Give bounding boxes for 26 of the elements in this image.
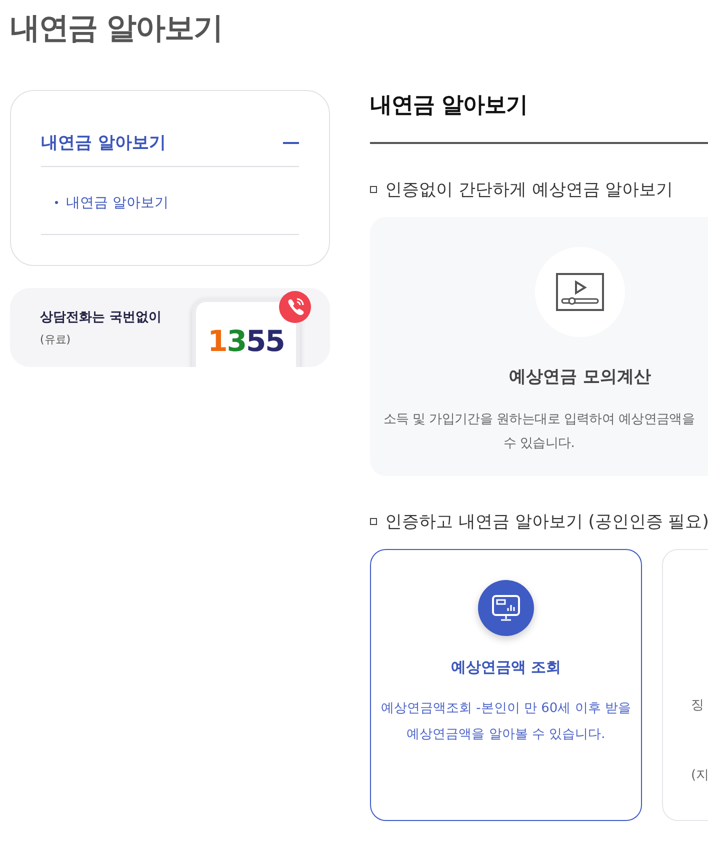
phone-banner[interactable]: 상담전화는 국번없이 (유료) 1355 [10, 288, 330, 366]
square-bullet-icon [370, 518, 377, 525]
video-player-icon [556, 273, 604, 311]
sidebar-item[interactable]: 내연금 알아보기 [55, 194, 168, 212]
card-description: 수 있습니다. [503, 435, 575, 453]
square-bullet-icon [370, 186, 377, 193]
card-description: 소득 및 가입기간을 원하는대로 입력하여 예상연금액을 [383, 411, 695, 429]
card-background[interactable]: 예상연금 모의계산 소득 및 가입기간을 원하는대로 입력하여 예상연금액을 수 있습니다. [370, 217, 708, 476]
section-heading: 내연금 알아보기 [370, 90, 708, 144]
card-title: 예상연금액 조회 [450, 658, 562, 677]
section-title: 인증없이 간단하게 예상연금 알아보기 [385, 179, 674, 201]
card-description: 예상연금액을 알아볼 수 있습니다. [406, 726, 606, 744]
card-description: (지 [691, 767, 708, 785]
card-title: 예상연금 모의계산 [509, 366, 651, 388]
menu-header[interactable]: 내연금 알아보기 [41, 131, 166, 154]
card-background[interactable]: 징 (지 [662, 549, 708, 821]
card-background[interactable]: 예상연금액 조회 예상연금액조회 -본인이 만 60세 이후 받을 예상연금액을 알아볼 수 있습니다. [370, 549, 642, 821]
banner-text: 상담전화는 국번없이 [40, 308, 162, 326]
page-title: 내연금 알아보기 [10, 10, 222, 48]
phone-call-icon [278, 290, 312, 324]
section-title: 인증하고 내연금 알아보기 (공인인증 필요) [385, 511, 708, 533]
banner-note: (유료) [40, 332, 71, 346]
card-description: 징 [691, 697, 704, 715]
phone-number: 1355 [208, 324, 284, 360]
monitor-chart-icon [491, 593, 521, 623]
card-description: 예상연금액조회 -본인이 만 60세 이후 받을 [381, 700, 631, 718]
